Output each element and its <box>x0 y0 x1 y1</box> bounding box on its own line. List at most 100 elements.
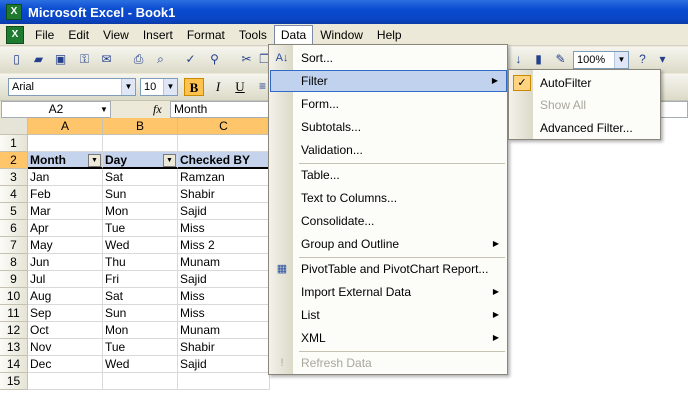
row-header[interactable]: 13 <box>0 339 28 356</box>
column-header-c[interactable]: C <box>178 118 270 135</box>
menu-insert[interactable]: Insert <box>136 25 180 45</box>
chevron-down-icon[interactable]: ▼ <box>163 79 177 95</box>
table-cell[interactable]: Sat <box>103 288 178 305</box>
menu-item-xml[interactable]: XML ▶ <box>270 327 507 349</box>
autofilter-dropdown-icon[interactable]: ▼ <box>88 154 101 167</box>
table-cell[interactable]: Shabir <box>178 186 270 203</box>
row-header[interactable]: 4 <box>0 186 28 203</box>
table-cell[interactable]: Tue <box>103 339 178 356</box>
table-cell[interactable]: Sun <box>103 186 178 203</box>
insert-function-icon[interactable]: fx <box>153 101 171 118</box>
row-header[interactable]: 8 <box>0 254 28 271</box>
table-cell[interactable]: Sat <box>103 169 178 186</box>
menu-view[interactable]: View <box>96 25 136 45</box>
menu-item-pivot-table[interactable]: ▦ PivotTable and PivotChart Report... <box>270 258 507 280</box>
workbook-icon[interactable]: X <box>6 25 24 44</box>
table-cell[interactable]: Miss <box>178 220 270 237</box>
table-cell[interactable]: Thu <box>103 254 178 271</box>
table-cell[interactable]: Munam <box>178 322 270 339</box>
row-header[interactable]: 12 <box>0 322 28 339</box>
menu-item-filter[interactable]: Filter ▶ <box>270 70 507 92</box>
menu-item-table[interactable]: Table... <box>270 164 507 186</box>
menu-item-consolidate[interactable]: Consolidate... <box>270 210 507 232</box>
table-cell[interactable]: Miss 2 <box>178 237 270 254</box>
menu-edit[interactable]: Edit <box>61 25 96 45</box>
select-all-corner[interactable] <box>0 118 28 135</box>
toolbar-options-icon[interactable]: ▾ <box>654 51 671 68</box>
print-icon[interactable]: ⎙ <box>130 51 147 68</box>
zoom-combo[interactable]: 100% ▼ <box>573 51 629 69</box>
cut-icon[interactable]: ✂ <box>238 51 255 68</box>
row-header[interactable]: 6 <box>0 220 28 237</box>
table-cell[interactable]: Munam <box>178 254 270 271</box>
table-cell[interactable]: Mon <box>103 203 178 220</box>
row-header[interactable]: 2 <box>0 152 28 169</box>
header-cell[interactable]: Checked BY <box>178 152 270 169</box>
table-cell[interactable]: Feb <box>28 186 103 203</box>
print-preview-icon[interactable]: ⌕ <box>152 51 169 68</box>
table-cell[interactable]: Sajid <box>178 203 270 220</box>
font-size-combo[interactable]: 10 ▼ <box>140 78 178 96</box>
help-icon[interactable]: ? <box>634 51 651 68</box>
table-cell[interactable]: Wed <box>103 237 178 254</box>
submenu-item-advanced-filter[interactable]: Advanced Filter... <box>510 117 660 139</box>
open-icon[interactable]: ▰ <box>30 51 47 68</box>
table-cell[interactable]: Ramzan <box>178 169 270 186</box>
table-cell[interactable]: Jun <box>28 254 103 271</box>
table-cell[interactable]: Jul <box>28 271 103 288</box>
drawing-icon[interactable]: ✎ <box>552 51 569 68</box>
empty-cell[interactable] <box>103 373 178 390</box>
autofilter-dropdown-icon[interactable]: ▼ <box>163 154 176 167</box>
row-header[interactable]: 15 <box>0 373 28 390</box>
underline-button[interactable]: U <box>230 78 250 96</box>
research-icon[interactable]: ⚲ <box>206 51 223 68</box>
chart-wizard-icon[interactable]: ▮ <box>530 51 547 68</box>
table-cell[interactable]: Sep <box>28 305 103 322</box>
table-cell[interactable]: Apr <box>28 220 103 237</box>
menu-format[interactable]: Format <box>180 25 232 45</box>
empty-cell[interactable] <box>28 135 103 152</box>
table-cell[interactable]: Oct <box>28 322 103 339</box>
chevron-down-icon[interactable]: ▼ <box>614 52 628 68</box>
empty-cell[interactable] <box>178 135 270 152</box>
permission-icon[interactable]: ⚿ <box>76 51 93 68</box>
column-header-b[interactable]: B <box>103 118 178 135</box>
chevron-down-icon[interactable]: ▼ <box>121 79 135 95</box>
table-cell[interactable]: Sun <box>103 305 178 322</box>
spelling-icon[interactable]: ✓ <box>182 51 199 68</box>
italic-button[interactable]: I <box>208 78 228 96</box>
row-header[interactable]: 10 <box>0 288 28 305</box>
empty-cell[interactable] <box>28 373 103 390</box>
menu-item-group-and-outline[interactable]: Group and Outline ▶ <box>270 233 507 255</box>
email-icon[interactable]: ✉ <box>98 51 115 68</box>
column-header-a[interactable]: A <box>28 118 103 135</box>
menu-window[interactable]: Window <box>313 25 370 45</box>
menu-item-list[interactable]: List ▶ <box>270 304 507 326</box>
empty-cell[interactable] <box>103 135 178 152</box>
table-cell[interactable]: Miss <box>178 305 270 322</box>
table-cell[interactable]: Sajid <box>178 356 270 373</box>
table-cell[interactable]: Mar <box>28 203 103 220</box>
table-cell[interactable]: Miss <box>178 288 270 305</box>
row-header[interactable]: 9 <box>0 271 28 288</box>
table-cell[interactable]: May <box>28 237 103 254</box>
table-cell[interactable]: Tue <box>103 220 178 237</box>
row-header[interactable]: 5 <box>0 203 28 220</box>
table-cell[interactable]: Nov <box>28 339 103 356</box>
menu-item-import-external-data[interactable]: Import External Data ▶ <box>270 281 507 303</box>
menu-tools[interactable]: Tools <box>232 25 274 45</box>
menu-data[interactable]: Data <box>273 24 314 45</box>
table-cell[interactable]: Aug <box>28 288 103 305</box>
menu-item-text-to-columns[interactable]: Text to Columns... <box>270 187 507 209</box>
table-cell[interactable]: Wed <box>103 356 178 373</box>
save-icon[interactable]: ▣ <box>52 51 69 68</box>
menu-item-subtotals[interactable]: Subtotals... <box>270 116 507 138</box>
row-header[interactable]: 1 <box>0 135 28 152</box>
row-header[interactable]: 11 <box>0 305 28 322</box>
bold-button[interactable]: B <box>184 78 204 96</box>
menu-item-validation[interactable]: Validation... <box>270 139 507 161</box>
table-cell[interactable]: Sajid <box>178 271 270 288</box>
new-icon[interactable]: ▯ <box>8 51 25 68</box>
table-cell[interactable]: Fri <box>103 271 178 288</box>
submenu-item-autofilter[interactable]: ✓ AutoFilter <box>510 72 660 94</box>
